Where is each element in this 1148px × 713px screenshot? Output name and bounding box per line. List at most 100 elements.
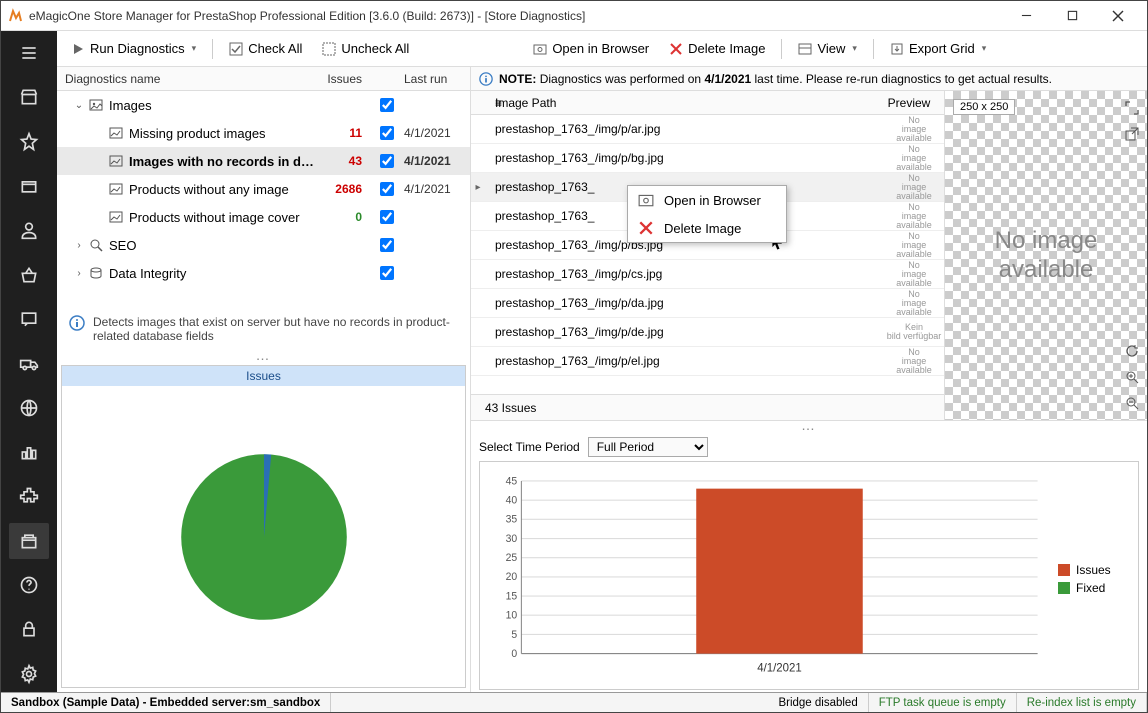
run-diagnostics-button[interactable]: Run Diagnostics ▾ <box>65 37 202 60</box>
orders-icon[interactable] <box>9 168 49 204</box>
group-checkbox[interactable] <box>380 98 394 112</box>
period-select[interactable]: Full Period <box>588 437 708 457</box>
cell-path: /img/p/bg.jpg <box>595 151 884 165</box>
refresh-icon[interactable] <box>1121 340 1143 362</box>
tree-group-seo[interactable]: › SEO <box>57 231 470 259</box>
tree-item[interactable]: Products without any image 2686 4/1/2021 <box>57 175 470 203</box>
tree-item-label: Products without image cover <box>125 210 316 225</box>
ctx-delete-image[interactable]: Delete Image <box>628 214 786 242</box>
uncheck-all-button[interactable]: Uncheck All <box>316 37 415 60</box>
cell-preview: No image available <box>884 232 944 259</box>
help-icon[interactable] <box>9 567 49 603</box>
expand-icon[interactable] <box>1121 97 1143 119</box>
svg-text:20: 20 <box>506 571 518 583</box>
grid-row[interactable]: prestashop_1763_ /img/p/de.jpg Kein bild… <box>471 318 944 347</box>
tree-item-issues: 2686 <box>316 182 370 196</box>
basket-icon[interactable] <box>9 257 49 293</box>
tree-item[interactable]: Products without image cover 0 <box>57 203 470 231</box>
cell-prefix: prestashop_1763_ <box>485 238 595 252</box>
tree-group-data-integrity[interactable]: › Data Integrity <box>57 259 470 287</box>
tree-item[interactable]: Missing product images 11 4/1/2021 <box>57 119 470 147</box>
cell-prefix: prestashop_1763_ <box>485 325 595 339</box>
delete-image-button[interactable]: Delete Image <box>663 37 771 60</box>
tree-item-checkbox[interactable] <box>380 154 394 168</box>
view-label: View <box>817 41 845 56</box>
group-checkbox[interactable] <box>380 266 394 280</box>
tree-item-checkbox[interactable] <box>380 210 394 224</box>
svg-text:0: 0 <box>511 648 517 660</box>
image-grid: ≡ Image Path Preview prestashop_1763_ /i… <box>471 91 945 420</box>
tree-item-label: Images with no records in database <box>125 154 316 169</box>
toolbar: Run Diagnostics ▾ Check All Uncheck All … <box>57 31 1147 67</box>
tree-label: Data Integrity <box>105 266 316 281</box>
chart-legend: Issues Fixed <box>1048 472 1128 685</box>
col-image-path[interactable]: Image Path <box>495 96 874 110</box>
export-grid-button[interactable]: Export Grid ▾ <box>884 37 992 60</box>
col-last[interactable]: Last run <box>404 72 470 86</box>
splitter-h-right[interactable]: … <box>471 421 1147 431</box>
col-preview[interactable]: Preview <box>874 96 944 110</box>
tree-item-checkbox[interactable] <box>380 182 394 196</box>
grid-row[interactable]: prestashop_1763_ /img/p/bg.jpg No image … <box>471 144 944 173</box>
cell-preview: No image available <box>884 261 944 288</box>
noimg-line2: available <box>999 256 1094 283</box>
splitter-h[interactable]: … <box>57 351 470 361</box>
close-button[interactable] <box>1095 1 1141 31</box>
col-name[interactable]: Diagnostics name <box>57 72 316 86</box>
tree-item-checkbox[interactable] <box>380 126 394 140</box>
col-issues[interactable]: Issues <box>316 72 370 86</box>
diagnostics-icon[interactable] <box>9 523 49 559</box>
svg-text:45: 45 <box>506 475 518 487</box>
info-icon <box>69 315 85 331</box>
open-in-browser-button[interactable]: Open in Browser <box>527 37 655 60</box>
cell-prefix: prestashop_1763_ <box>485 122 595 136</box>
grid-row[interactable]: prestashop_1763_ /img/p/cs.jpg No image … <box>471 260 944 289</box>
description-text: Detects images that exist on server but … <box>93 315 458 343</box>
shipping-icon[interactable] <box>9 345 49 381</box>
minimize-button[interactable] <box>1003 1 1049 31</box>
grid-row[interactable]: prestashop_1763_ /img/p/ar.jpg No image … <box>471 115 944 144</box>
menu-icon[interactable] <box>9 35 49 71</box>
plugin-icon[interactable] <box>9 478 49 514</box>
group-checkbox[interactable] <box>380 238 394 252</box>
maximize-button[interactable] <box>1049 1 1095 31</box>
popout-icon[interactable] <box>1121 123 1143 145</box>
noimg-line1: No image <box>995 227 1098 254</box>
star-icon[interactable] <box>9 124 49 160</box>
zoom-out-icon[interactable] <box>1121 392 1143 414</box>
globe-icon[interactable] <box>9 390 49 426</box>
svg-text:5: 5 <box>511 628 517 640</box>
cell-prefix: prestashop_1763_ <box>485 267 595 281</box>
check-all-button[interactable]: Check All <box>223 37 308 60</box>
lock-icon[interactable] <box>9 611 49 647</box>
message-icon[interactable] <box>9 301 49 337</box>
cell-preview: Kein bild verfügbar <box>884 323 944 341</box>
tree-item-issues: 43 <box>316 154 370 168</box>
zoom-in-icon[interactable] <box>1121 366 1143 388</box>
tree-group-images[interactable]: ⌄ Images <box>57 91 470 119</box>
user-icon[interactable] <box>9 212 49 248</box>
cell-preview: No image available <box>884 348 944 375</box>
grid-row[interactable]: prestashop_1763_ /img/p/el.jpg No image … <box>471 347 944 376</box>
note-text2: last time. Please re-run diagnostics to … <box>755 72 1052 86</box>
description-box: Detects images that exist on server but … <box>57 307 470 351</box>
tree-item-issues: 0 <box>316 210 370 224</box>
legend-fixed: Fixed <box>1076 581 1105 595</box>
diagnostics-tree: ⌄ Images Missing product images 11 4/1/2… <box>57 91 470 287</box>
status-bridge: Bridge disabled <box>768 693 868 712</box>
tree-item[interactable]: Images with no records in database 43 4/… <box>57 147 470 175</box>
pie-panel: Issues <box>61 365 466 688</box>
chart-icon[interactable] <box>9 434 49 470</box>
view-button[interactable]: View ▾ <box>792 37 862 60</box>
store-icon[interactable] <box>9 79 49 115</box>
tree-item-label: Missing product images <box>125 126 316 141</box>
ctx-open-in-browser[interactable]: Open in Browser <box>628 186 786 214</box>
cell-preview: No image available <box>884 290 944 317</box>
cell-path: /img/p/de.jpg <box>595 325 884 339</box>
note-bar: NOTE: Diagnostics was performed on 4/1/2… <box>471 67 1147 91</box>
sidebar <box>1 31 57 692</box>
statusbar: Sandbox (Sample Data) - Embedded server:… <box>1 692 1147 712</box>
gear-icon[interactable] <box>9 656 49 692</box>
note-prefix: NOTE: <box>499 72 536 86</box>
grid-row[interactable]: prestashop_1763_ /img/p/da.jpg No image … <box>471 289 944 318</box>
